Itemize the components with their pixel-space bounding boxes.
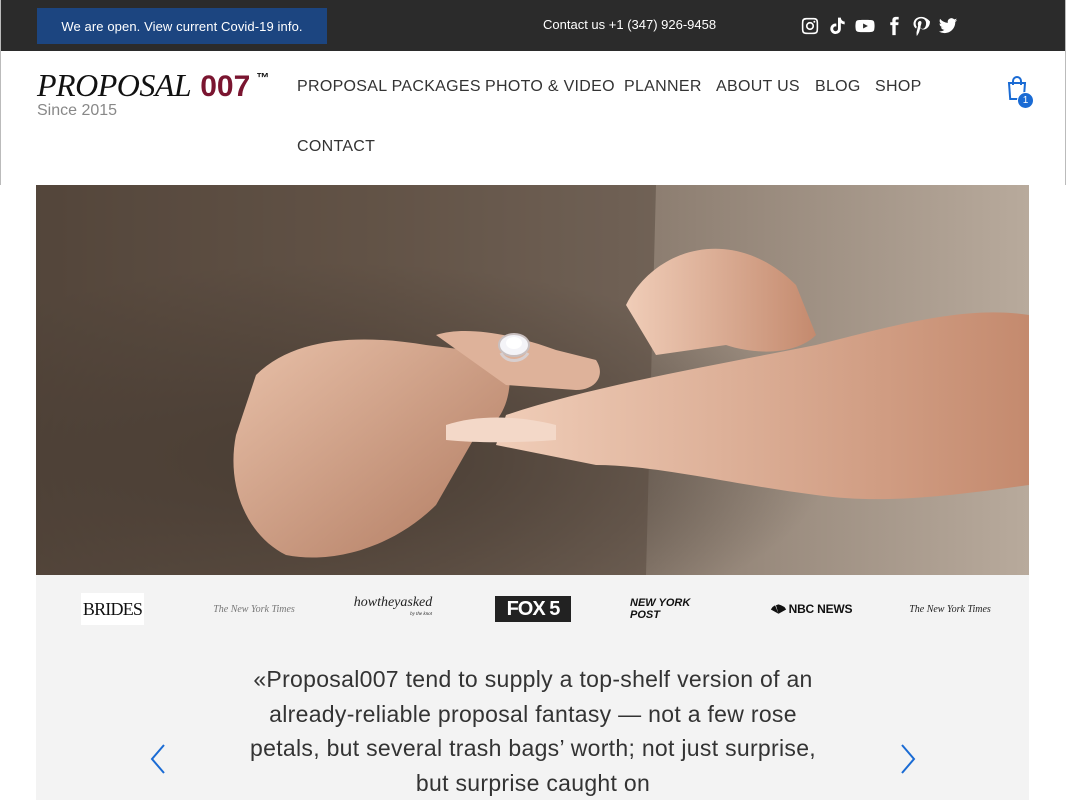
testimonial-quote: «Proposal007 tend to supply a top-shelf …	[250, 666, 816, 796]
site-header: PROPOSAL 007 ™ Since 2015 PROPOSAL PACKA…	[0, 51, 1066, 185]
top-bar: We are open. View current Covid-19 info.…	[0, 0, 1066, 51]
peacock-icon	[770, 603, 786, 614]
logo-text: PROPOSAL	[37, 67, 192, 103]
nav-proposal-packages[interactable]: PROPOSAL PACKAGES	[297, 78, 481, 96]
pinterest-icon[interactable]	[910, 15, 931, 36]
nav-about-us[interactable]: ABOUT US	[716, 78, 800, 96]
contact-phone-link[interactable]: Contact us +1 (347) 926-9458	[543, 17, 716, 32]
site-logo[interactable]: PROPOSAL 007 ™	[37, 67, 269, 104]
logo-trademark: ™	[256, 70, 270, 85]
hero-image	[36, 185, 1029, 575]
next-testimonial-button[interactable]	[898, 743, 918, 775]
brides-logo: BRIDES	[81, 593, 144, 625]
nav-photo-video[interactable]: PHOTO & VIDEO	[485, 78, 615, 96]
covid-info-button[interactable]: We are open. View current Covid-19 info.	[37, 8, 327, 44]
since-tagline: Since 2015	[37, 102, 118, 119]
proposal-ring-photo	[36, 185, 1029, 575]
nav-planner[interactable]: PLANNER	[624, 78, 702, 96]
logo-number: 007	[200, 70, 251, 103]
prev-testimonial-button[interactable]	[148, 743, 168, 775]
nyt-logo: The New York Times	[213, 603, 295, 615]
twitter-icon[interactable]	[937, 15, 958, 36]
ny-post-logo: NEW YORK POST	[630, 597, 691, 621]
cart-button[interactable]: 1	[1005, 75, 1035, 109]
cart-count-badge: 1	[1017, 92, 1034, 109]
facebook-icon[interactable]	[883, 15, 904, 36]
nav-contact[interactable]: CONTACT	[297, 138, 375, 156]
press-section: BRIDES The New York Times howtheyasked b…	[36, 575, 1029, 800]
chevron-left-icon	[150, 744, 165, 774]
nav-blog[interactable]: BLOG	[815, 78, 861, 96]
tiktok-icon[interactable]	[826, 15, 847, 36]
press-logos: BRIDES The New York Times howtheyasked b…	[36, 575, 1029, 641]
nav-shop[interactable]: SHOP	[875, 78, 922, 96]
social-links	[799, 15, 958, 36]
nyt-logo-2: The New York Times	[909, 603, 991, 615]
nbc-news-logo: NBC NEWS	[768, 593, 854, 625]
chevron-right-icon	[901, 744, 916, 774]
youtube-icon[interactable]	[853, 15, 877, 36]
how-they-asked-logo: howtheyasked by the knot	[353, 595, 433, 618]
fox5-logo: FOX 5	[495, 596, 571, 622]
instagram-icon[interactable]	[799, 15, 820, 36]
